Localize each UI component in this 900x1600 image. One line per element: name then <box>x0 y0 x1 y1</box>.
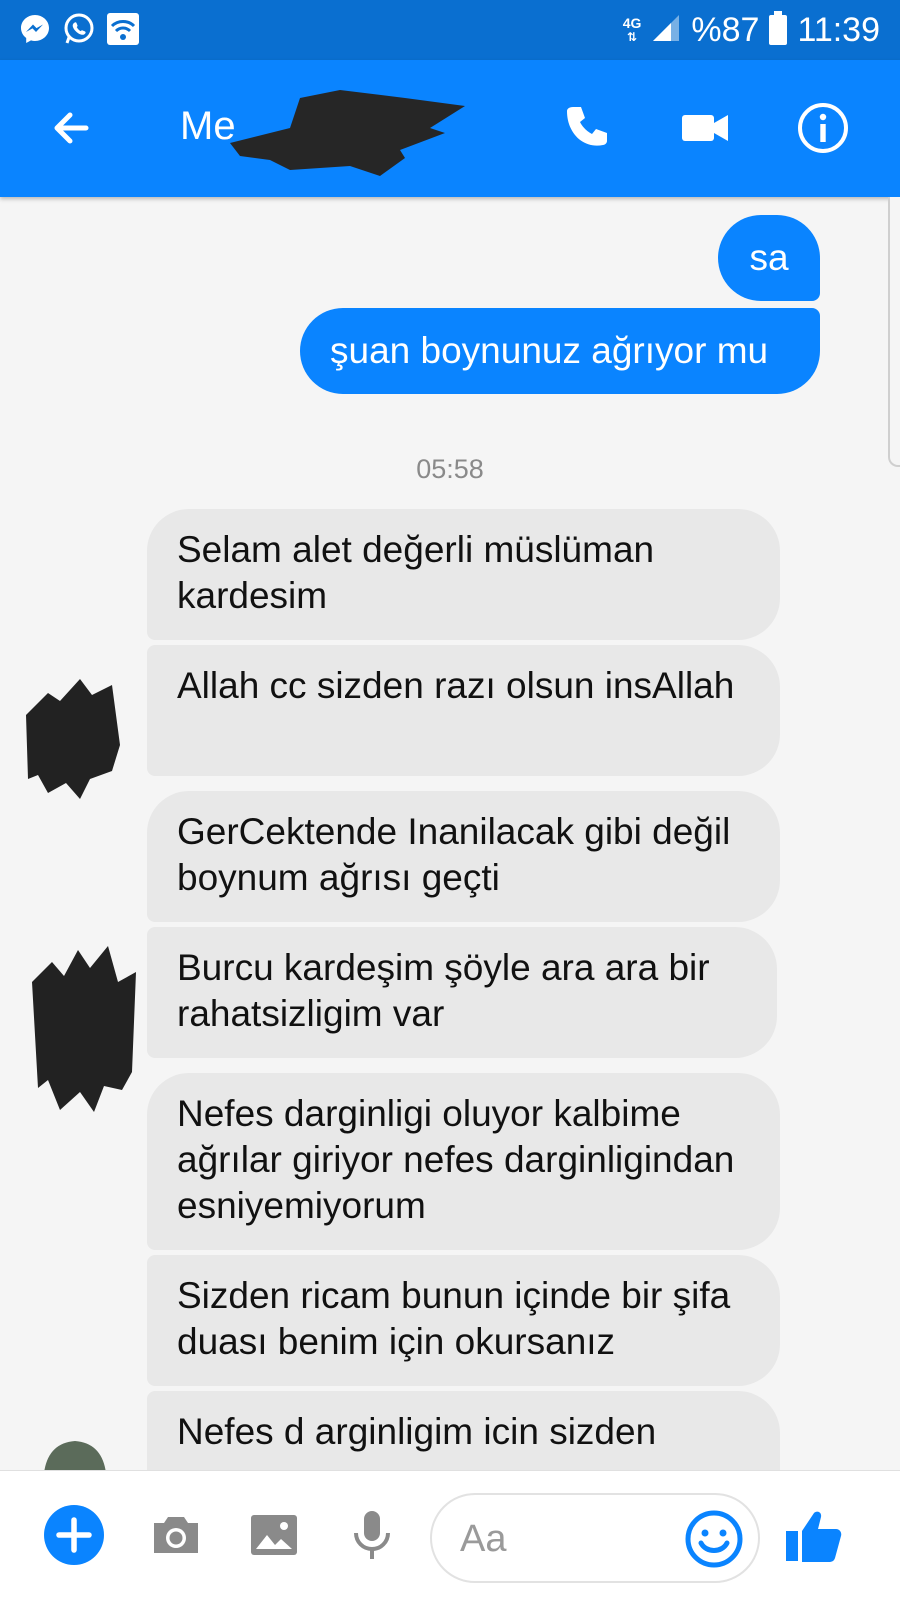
thumbs-up-icon <box>786 1511 842 1562</box>
message-list[interactable]: sa şuan boynunuz ağrıyor mu 05:58 Selam … <box>0 197 900 1470</box>
back-arrow-icon <box>54 112 89 144</box>
incoming-message[interactable]: Selam alet değerli müslüman kardesim <box>147 509 780 640</box>
sender-avatar[interactable] <box>20 675 124 801</box>
microphone-icon <box>354 1511 390 1559</box>
network-indicator: 4G ⇅ <box>622 15 642 44</box>
status-bar: 4G ⇅ %87 11:39 <box>0 0 900 60</box>
info-button[interactable] <box>793 98 853 158</box>
signal-icon <box>651 13 681 48</box>
battery-icon <box>769 11 788 45</box>
sender-avatar[interactable] <box>28 942 140 1117</box>
incoming-message[interactable]: Allah cc sizden razı olsun insAllah <box>147 645 780 776</box>
video-call-button[interactable] <box>676 98 736 158</box>
camera-icon <box>154 1517 198 1553</box>
image-icon <box>251 1515 297 1555</box>
emoji-button[interactable] <box>680 1505 748 1573</box>
status-bar-left <box>18 12 140 46</box>
message-composer <box>0 1470 900 1600</box>
message-input-wrapper <box>430 1493 760 1583</box>
outgoing-message[interactable]: sa <box>718 215 820 301</box>
back-button[interactable] <box>44 100 100 156</box>
messenger-icon <box>18 12 52 46</box>
info-icon <box>798 103 848 153</box>
redaction-mark <box>230 90 465 176</box>
sender-avatar[interactable] <box>40 1433 110 1470</box>
gallery-button[interactable] <box>242 1503 306 1567</box>
smiley-icon <box>685 1510 743 1568</box>
outgoing-message[interactable]: şuan boynunuz ağrıyor mu <box>300 308 820 394</box>
message-timestamp: 05:58 <box>416 454 484 484</box>
incoming-message[interactable]: GerCektende Inanilacak gibi değil boynum… <box>147 791 780 922</box>
video-camera-icon <box>682 115 728 141</box>
phone-icon <box>567 107 607 146</box>
status-bar-right: 4G ⇅ %87 11:39 <box>623 8 880 52</box>
voice-message-button[interactable] <box>340 1503 404 1567</box>
contact-name[interactable]: Me <box>180 104 236 149</box>
scrollbar[interactable] <box>888 197 900 467</box>
camera-button[interactable] <box>144 1503 208 1567</box>
voice-call-button[interactable] <box>558 98 618 158</box>
incoming-message[interactable]: Burcu kardeşim şöyle ara ara bir rahatsi… <box>147 927 777 1058</box>
conversation-header: Me <box>0 60 900 197</box>
whatsapp-icon <box>62 12 96 46</box>
incoming-message[interactable]: Nefes darginligi oluyor kalbime ağrılar … <box>147 1073 780 1250</box>
clock: 11:39 <box>797 10 880 49</box>
like-button[interactable] <box>782 1503 846 1567</box>
plus-icon <box>44 1505 104 1565</box>
incoming-message[interactable]: Nefes d arginligim icin sizden <box>147 1391 780 1470</box>
more-actions-button[interactable] <box>42 1503 106 1567</box>
incoming-message[interactable]: Sizden ricam bunun içinde bir şifa duası… <box>147 1255 780 1386</box>
battery-percentage: %87 <box>691 10 760 49</box>
wifi-icon <box>106 12 140 46</box>
message-input[interactable] <box>460 1511 660 1567</box>
